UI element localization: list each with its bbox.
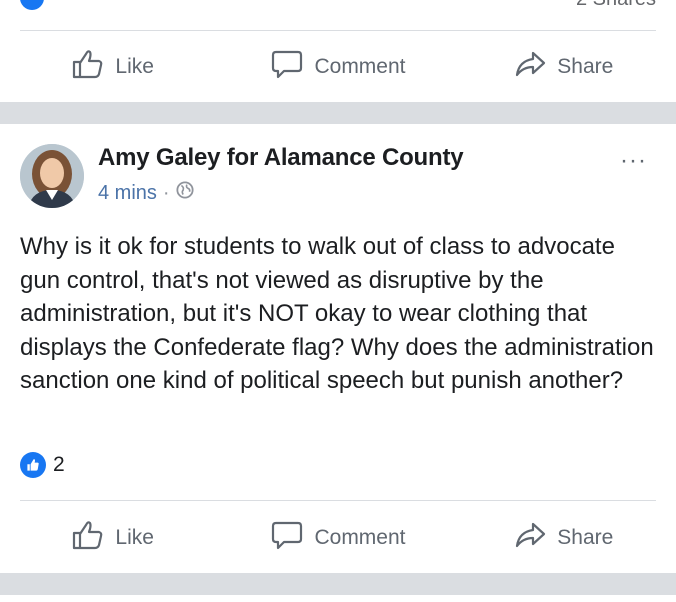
reaction-count[interactable]: 2 — [53, 453, 65, 477]
meta-separator: · — [162, 181, 170, 204]
divider — [20, 30, 656, 31]
avatar[interactable] — [20, 144, 84, 208]
share-button[interactable]: Share — [451, 37, 676, 97]
share-icon — [513, 47, 547, 87]
action-bar: Like Comment Share — [0, 508, 676, 568]
more-options-icon[interactable]: ··· — [620, 147, 647, 175]
share-icon — [513, 518, 547, 558]
thumbs-up-icon — [71, 518, 105, 558]
like-label: Like — [115, 55, 154, 78]
thumbs-up-icon — [71, 47, 105, 87]
previous-post-stats: 2 Shares — [0, 0, 676, 10]
comment-icon — [270, 47, 304, 87]
comment-label: Comment — [314, 55, 406, 78]
globe-icon — [176, 181, 194, 205]
divider — [20, 500, 656, 501]
like-button[interactable]: Like — [0, 508, 225, 568]
share-label: Share — [557, 526, 614, 549]
thumbs-up-icon[interactable] — [20, 452, 46, 478]
comment-button[interactable]: Comment — [225, 508, 450, 568]
shares-count[interactable]: 2 Shares — [576, 0, 656, 11]
share-label: Share — [557, 55, 614, 78]
post-meta: 4 mins · — [98, 181, 194, 205]
comment-button[interactable]: Comment — [225, 37, 450, 97]
comment-label: Comment — [314, 526, 406, 549]
like-label: Like — [115, 526, 154, 549]
action-bar-previous: Like Comment Share — [0, 37, 676, 97]
reaction-badge-top — [20, 0, 44, 10]
feed-separator — [0, 102, 676, 124]
post-text: Why is it ok for students to walk out of… — [20, 233, 654, 394]
comment-icon — [270, 518, 304, 558]
like-button[interactable]: Like — [0, 37, 225, 97]
author-name[interactable]: Amy Galey for Alamance County — [98, 144, 464, 172]
feed-separator — [0, 573, 676, 595]
share-button[interactable]: Share — [451, 508, 676, 568]
post-time[interactable]: 4 mins — [98, 182, 157, 205]
